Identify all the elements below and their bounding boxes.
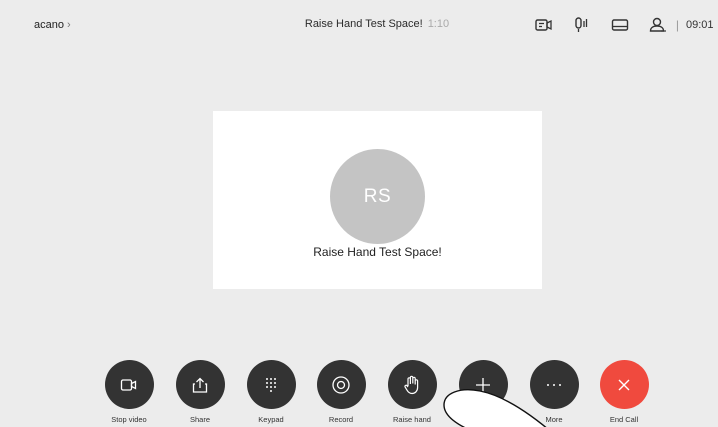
avatar: RS xyxy=(330,149,425,244)
stop-video-button[interactable] xyxy=(104,360,154,409)
layout-icon[interactable] xyxy=(605,15,635,35)
camera-icon xyxy=(120,378,137,391)
participants-icon[interactable] xyxy=(643,15,673,35)
share-control: Share xyxy=(170,360,230,424)
call-duration: 1:10 xyxy=(427,18,450,30)
more-button[interactable] xyxy=(529,360,579,409)
more-label: More xyxy=(545,415,563,424)
keypad-button[interactable] xyxy=(246,360,296,409)
end-call-control: End Call xyxy=(594,360,654,424)
keypad-icon xyxy=(266,377,276,392)
microphone-icon[interactable] xyxy=(567,15,597,35)
stop-video-control: Stop video xyxy=(99,360,159,424)
status-icons: | 09:01 xyxy=(521,14,718,36)
add-button[interactable] xyxy=(458,360,508,409)
more-control: More xyxy=(524,360,584,424)
record-control: Record xyxy=(311,360,371,424)
raise-hand-button[interactable] xyxy=(387,360,437,409)
stop-video-label: Stop video xyxy=(111,415,147,424)
raise-hand-label: Raise hand xyxy=(393,415,431,424)
raise-hand-control: Raise hand xyxy=(382,360,442,424)
self-view-icon[interactable] xyxy=(529,15,559,35)
hand-icon xyxy=(404,375,419,394)
add-control xyxy=(453,360,513,415)
keypad-label: Keypad xyxy=(258,415,284,424)
end-call-button[interactable] xyxy=(599,360,649,409)
keypad-control: Keypad xyxy=(241,360,301,424)
share-label: Share xyxy=(189,415,210,424)
share-icon xyxy=(192,377,208,393)
meeting-title: Raise Hand Test Space! xyxy=(304,18,423,30)
plus-icon xyxy=(476,377,490,392)
record-label: Record xyxy=(328,415,354,424)
participant-card: RS Raise Hand Test Space! xyxy=(213,111,542,289)
top-bar: acano › Raise Hand Test Space! 1:10 | 09:… xyxy=(0,0,718,46)
close-icon xyxy=(618,379,630,390)
record-button[interactable] xyxy=(316,360,366,409)
more-icon xyxy=(547,383,561,386)
end-call-label: End Call xyxy=(609,415,639,424)
call-controls: Stop video Share Keypad Record Raise han… xyxy=(0,360,718,427)
divider: | xyxy=(675,18,679,32)
record-icon xyxy=(332,375,350,394)
participant-name: Raise Hand Test Space! xyxy=(313,245,442,259)
share-button[interactable] xyxy=(175,360,225,409)
clock: 09:01 xyxy=(686,19,714,31)
